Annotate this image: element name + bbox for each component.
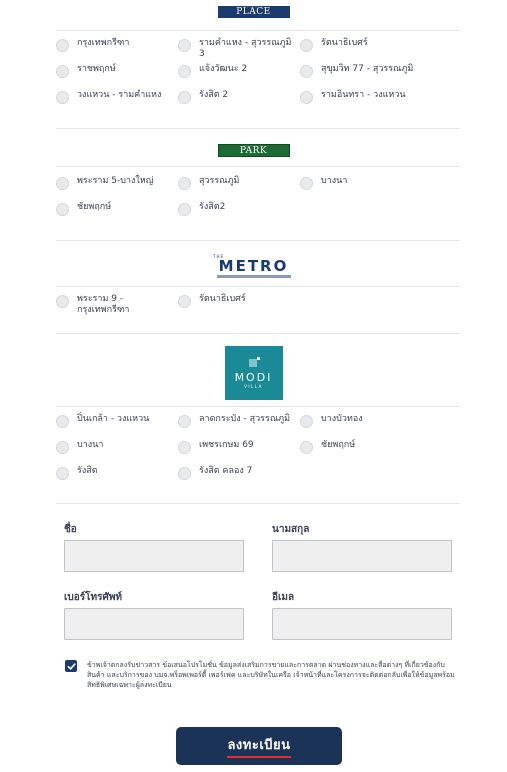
radio-button[interactable] [56, 65, 69, 78]
divider [56, 503, 460, 504]
email-label: อีเมล [272, 592, 295, 603]
radio-button[interactable] [56, 441, 69, 454]
last-name-label: นามสกุล [272, 524, 310, 535]
option-park-0[interactable]: พระราม 5-บางใหญ่ [56, 176, 166, 190]
modi-villa-logo-sub: VILLA [244, 383, 263, 389]
first-name-input[interactable] [64, 540, 244, 572]
radio-button[interactable] [300, 39, 313, 52]
divider [56, 286, 460, 287]
divider [56, 240, 460, 241]
radio-button[interactable] [178, 295, 191, 308]
perfect-place-logo: PERFECT PLACE [0, 2, 507, 18]
option-place-2[interactable]: รัตนาธิเบศร์ [300, 38, 450, 52]
consent-text: ข้าพเจ้าตกลงรับข่าวสาร ข้อเสนอโปรโมชั่น … [87, 661, 455, 689]
first-name-label: ชื่อ [64, 524, 77, 535]
modi-villa-logo-text: MODI [234, 370, 273, 384]
divider [56, 333, 460, 334]
option-place-7[interactable]: รังสิต 2 [178, 90, 296, 104]
radio-button[interactable] [300, 415, 313, 428]
modi-mark-icon [248, 356, 260, 367]
radio-button[interactable] [56, 91, 69, 104]
option-place-0[interactable]: กรุงเทพกรีฑา [56, 38, 166, 52]
register-button[interactable]: ลงทะเบียน [176, 727, 342, 765]
option-park-3[interactable]: ชัยพฤกษ์ [56, 202, 166, 216]
phone-label: เบอร์โทรศัพท์ [64, 592, 123, 603]
option-modi-5[interactable]: ชัยพฤกษ์ [300, 440, 450, 454]
radio-button[interactable] [178, 441, 191, 454]
option-modi-7[interactable]: รังสิต คลอง 7 [178, 466, 296, 480]
option-place-4[interactable]: แจ้งวัฒนะ 2 [178, 64, 296, 78]
radio-button[interactable] [178, 415, 191, 428]
option-metro-1[interactable]: รัตนาธิเบศร์ [178, 294, 296, 308]
radio-button[interactable] [300, 441, 313, 454]
email-input[interactable] [272, 608, 452, 640]
perfect-park-logo: PERFECT PARK [0, 140, 507, 157]
modi-villa-logo: MODI VILLA [0, 346, 507, 400]
phone-input[interactable] [64, 608, 244, 640]
divider [56, 406, 460, 407]
radio-button[interactable] [56, 415, 69, 428]
radio-button[interactable] [56, 467, 69, 480]
option-park-4[interactable]: รังสิต2 [178, 202, 296, 216]
divider [56, 128, 460, 129]
radio-button[interactable] [300, 177, 313, 190]
the-metro-logo-text: METRO [218, 257, 289, 275]
option-modi-3[interactable]: บางนา [56, 440, 166, 454]
option-place-1[interactable]: รามคำแหง - สุวรรณภูมิ 3 [178, 38, 296, 60]
radio-button[interactable] [178, 91, 191, 104]
option-place-8[interactable]: รามอินทรา - วงแหวน [300, 90, 450, 104]
option-park-1[interactable]: สุวรรณภูมิ [178, 176, 296, 190]
last-name-input[interactable] [272, 540, 452, 572]
divider [56, 166, 460, 167]
option-modi-0[interactable]: ปิ่นเกล้า - วงแหวน [56, 414, 174, 428]
radio-button[interactable] [56, 203, 69, 216]
the-metro-logo-bar [216, 275, 291, 278]
checkmark-icon [67, 662, 76, 670]
radio-button[interactable] [178, 177, 191, 190]
perfect-park-logo-sub: PERFECT [244, 144, 263, 148]
option-place-3[interactable]: ราชพฤกษ์ [56, 64, 166, 78]
radio-button[interactable] [56, 39, 69, 52]
radio-button[interactable] [56, 177, 69, 190]
the-metro-logo: THE METRO [0, 254, 507, 278]
option-metro-0[interactable]: พระราม 9 - กรุงเทพกรีฑา [56, 294, 146, 316]
option-modi-4[interactable]: เพชรเกษม 69 [178, 440, 296, 454]
radio-button[interactable] [300, 65, 313, 78]
consent-checkbox[interactable] [65, 660, 77, 672]
option-modi-1[interactable]: ลาดกระบัง - สุวรรณภูมิ [178, 414, 298, 428]
divider [56, 30, 460, 31]
option-modi-6[interactable]: รังสิต [56, 466, 166, 480]
radio-button[interactable] [178, 65, 191, 78]
radio-button[interactable] [178, 467, 191, 480]
radio-button[interactable] [178, 203, 191, 216]
radio-button[interactable] [300, 91, 313, 104]
radio-button[interactable] [56, 295, 69, 308]
register-button-label: ลงทะเบียน [227, 734, 291, 758]
option-place-6[interactable]: วงแหวน - รามคำแหง [56, 90, 166, 104]
perfect-place-logo-sub: PERFECT [244, 5, 263, 9]
option-place-5[interactable]: สุขุมวิท 77 - สุวรรณภูมิ [300, 64, 450, 78]
option-modi-2[interactable]: บางบัวทอง [300, 414, 450, 428]
radio-button[interactable] [178, 39, 191, 52]
option-park-2[interactable]: บางนา [300, 176, 450, 190]
